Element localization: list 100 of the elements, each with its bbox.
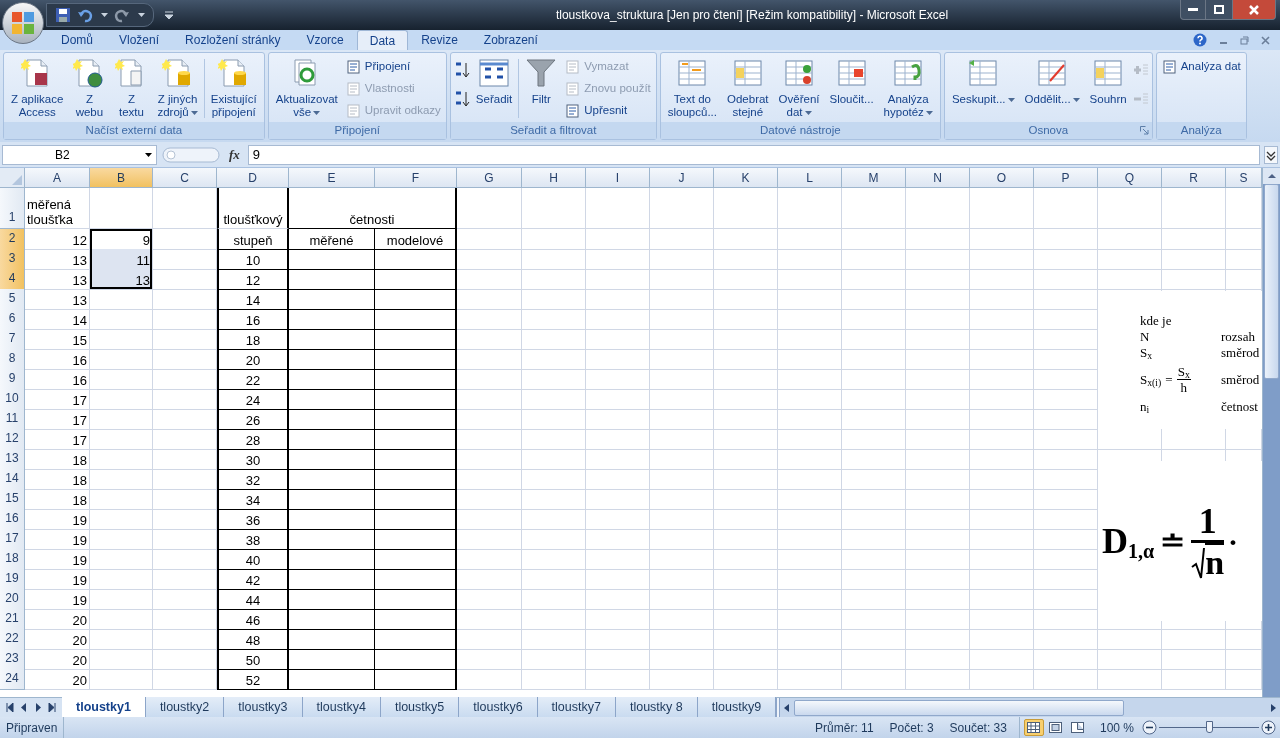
row-header[interactable]: 5: [0, 289, 25, 310]
ribbon-button[interactable]: Sloučit...: [825, 55, 878, 121]
column-header[interactable]: I: [586, 168, 650, 188]
table-cell: 14: [25, 309, 90, 330]
column-header[interactable]: Q: [1098, 168, 1162, 188]
column-header[interactable]: D: [217, 168, 289, 188]
row-header[interactable]: 14: [0, 469, 25, 490]
row-header[interactable]: 18: [0, 549, 25, 570]
row-header[interactable]: 21: [0, 609, 25, 630]
row-header[interactable]: 3: [0, 249, 25, 270]
table-cell: 17: [25, 429, 90, 450]
ribbon-tab[interactable]: Vložení: [106, 30, 173, 50]
ribbon-button[interactable]: Z webu: [69, 55, 110, 121]
status-text: Připraven: [0, 717, 65, 738]
ribbon-button[interactable]: Aktualizovat vše: [271, 55, 342, 121]
column-header[interactable]: E: [289, 168, 375, 188]
row-header[interactable]: 6: [0, 309, 25, 330]
column-header[interactable]: K: [714, 168, 778, 188]
sheet-tab[interactable]: tloustky 8: [615, 697, 698, 717]
sheet-tab[interactable]: tloustky7: [537, 697, 616, 717]
table-cell: 50: [217, 649, 289, 670]
sheet-tab[interactable]: tloustky5: [380, 697, 460, 717]
ribbon-button[interactable]: Z textu: [111, 55, 152, 121]
ribbon-button[interactable]: Analýza hypotéz: [879, 55, 937, 121]
group-title: Datové nástroje: [760, 122, 841, 138]
column-header[interactable]: P: [1034, 168, 1098, 188]
ribbon-button[interactable]: Analýza dat: [1159, 56, 1243, 77]
legend-heading: kde je: [1140, 313, 1173, 328]
column-header[interactable]: L: [778, 168, 842, 188]
row-header[interactable]: 1: [0, 188, 25, 229]
column-header[interactable]: G: [457, 168, 522, 188]
ribbon-button[interactable]: Existující připojení: [206, 55, 261, 121]
row-header[interactable]: 19: [0, 569, 25, 590]
row-header[interactable]: 23: [0, 649, 25, 670]
row-header[interactable]: 15: [0, 489, 25, 510]
ribbon-tab[interactable]: Revize: [408, 30, 471, 50]
ribbon-button[interactable]: Souhrn: [1085, 55, 1131, 121]
row-header[interactable]: 12: [0, 429, 25, 450]
column-header[interactable]: B: [90, 168, 153, 188]
column-header[interactable]: S: [1226, 168, 1262, 188]
ribbon-button[interactable]: Z jiných zdrojů: [153, 55, 202, 121]
math-operator: ·: [1228, 523, 1239, 560]
table-cell: měřené: [289, 229, 375, 250]
column-header[interactable]: J: [650, 168, 714, 188]
column-header[interactable]: M: [842, 168, 906, 188]
ribbon-tab[interactable]: Zobrazení: [470, 30, 551, 50]
ribbon-button[interactable]: Seřadit: [471, 55, 517, 121]
table-cell: 14: [217, 289, 289, 310]
ribbon-button[interactable]: Připojení: [343, 56, 443, 77]
table-cell: 46: [217, 609, 289, 630]
table-cell: 17: [25, 409, 90, 430]
row-header[interactable]: 20: [0, 589, 25, 610]
ribbon-button[interactable]: Ověření dat: [774, 55, 824, 121]
function-label[interactable]: fx: [225, 144, 244, 165]
table-cell: 48: [217, 629, 289, 650]
row-header[interactable]: 2: [0, 229, 25, 250]
ribbon-tab[interactable]: Vzorce: [293, 30, 357, 50]
ribbon-button[interactable]: Filtr: [521, 55, 562, 121]
row-header[interactable]: 9: [0, 369, 25, 390]
column-header[interactable]: R: [1162, 168, 1226, 188]
name-box[interactable]: B2: [2, 144, 157, 165]
sheet-tab[interactable]: tloustky4: [302, 697, 381, 717]
ribbon-tab[interactable]: Domů: [48, 30, 106, 50]
row-header[interactable]: 7: [0, 329, 25, 350]
row-header[interactable]: 10: [0, 389, 25, 410]
row-header[interactable]: 8: [0, 349, 25, 370]
column-header[interactable]: C: [153, 168, 217, 188]
window-title: tloustkova_struktura [Jen pro čtení] [Režim kompatibility] - Microsoft Excel: [554, 7, 950, 24]
row-header[interactable]: 13: [0, 449, 25, 470]
column-header[interactable]: N: [906, 168, 970, 188]
ribbon-button[interactable]: Odebrat stejné: [723, 55, 773, 121]
legend-description: směrod: [1221, 371, 1260, 387]
ribbon-button[interactable]: Text do sloupců...: [663, 55, 721, 121]
column-header[interactable]: A: [25, 168, 90, 188]
row-header[interactable]: 11: [0, 409, 25, 430]
sheet-tab[interactable]: tloustky6: [459, 697, 538, 717]
ribbon-button[interactable]: Oddělit...: [1020, 55, 1084, 121]
row-header[interactable]: 4: [0, 269, 25, 290]
ribbon-button[interactable]: Upřesnit: [563, 100, 653, 121]
ribbon-button[interactable]: Seskupit...: [947, 55, 1019, 121]
table-cell: 15: [25, 329, 90, 350]
sheet-tab[interactable]: tloustky2: [145, 697, 225, 717]
column-header[interactable]: O: [970, 168, 1034, 188]
column-header[interactable]: F: [375, 168, 457, 188]
zoom-level[interactable]: 100 %: [1091, 718, 1142, 737]
sheet-tab[interactable]: tloustky9: [697, 697, 777, 717]
ribbon-tab[interactable]: Data: [356, 30, 409, 50]
column-header[interactable]: H: [522, 168, 586, 188]
fraction: 1 n: [1191, 501, 1225, 581]
row-header[interactable]: 22: [0, 629, 25, 650]
ribbon-tab[interactable]: Rozložení stránky: [172, 30, 294, 50]
row-header[interactable]: 17: [0, 529, 25, 550]
row-header[interactable]: 16: [0, 509, 25, 530]
formula-input[interactable]: 9: [247, 144, 1260, 165]
row-header[interactable]: 24: [0, 669, 25, 690]
sheet-tab[interactable]: tloustky3: [224, 697, 303, 717]
status-stat: Součet: 33: [948, 719, 1008, 737]
sheet-tab[interactable]: tloustky1: [62, 697, 146, 717]
table-cell: 19: [25, 569, 90, 590]
ribbon-button[interactable]: Z aplikace Access: [7, 55, 68, 121]
